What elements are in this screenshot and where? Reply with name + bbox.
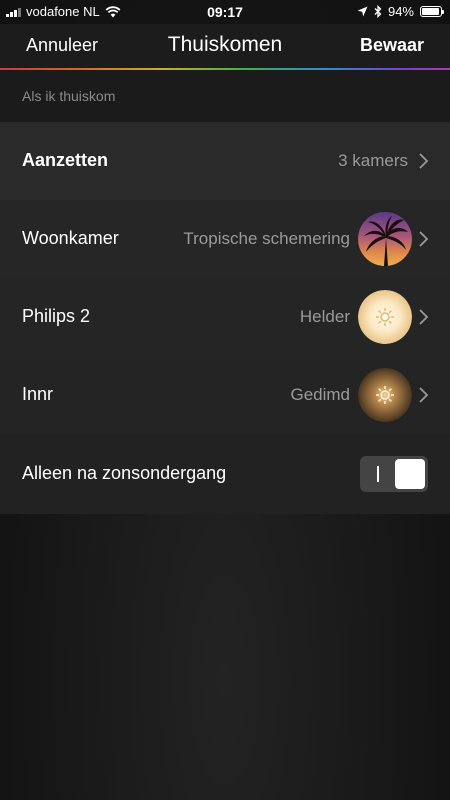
room-row-woonkamer[interactable]: Woonkamer Tropische schemering <box>0 200 450 278</box>
toggle-knob <box>395 459 425 489</box>
room-row-philips-2[interactable]: Philips 2 Helder <box>0 278 450 356</box>
room-label: Philips 2 <box>22 306 91 326</box>
room-label: Innr <box>22 384 54 404</box>
room-scene-value: Tropische schemering <box>183 229 350 248</box>
room-label: Woonkamer <box>22 228 119 248</box>
palm-sunset-thumbnail-icon <box>358 212 412 266</box>
bright-sun-thumbnail-icon <box>358 290 412 344</box>
section-header-label: Als ik thuiskom <box>22 88 116 104</box>
turn-on-row[interactable]: Aanzetten 3 kamers <box>0 122 450 200</box>
bluetooth-icon <box>374 5 382 18</box>
status-right: 94% <box>357 4 444 19</box>
turn-on-label: Aanzetten <box>22 150 109 170</box>
room-scene-value: Helder <box>299 307 350 326</box>
sunset-only-label: Alleen na zonsondergang <box>22 463 227 483</box>
chevron-right-icon <box>419 309 429 325</box>
dimmed-sun-thumbnail-icon <box>358 368 412 422</box>
nav-bar: Annuleer Thuiskomen Bewaar <box>0 24 450 68</box>
toggle-on-indicator <box>377 466 379 482</box>
save-button[interactable]: Bewaar <box>360 35 424 56</box>
battery-percent: 94% <box>387 4 414 19</box>
room-scene-value: Gedimd <box>290 385 350 404</box>
room-row-innr[interactable]: Innr Gedimd <box>0 356 450 434</box>
location-arrow-icon <box>357 6 368 17</box>
status-bar: vodafone NL 09:17 94% <box>0 0 450 24</box>
sunset-only-row: Alleen na zonsondergang <box>0 434 450 514</box>
battery-icon <box>420 6 444 17</box>
chevron-right-icon <box>419 231 429 247</box>
turn-on-value: 3 kamers <box>338 151 408 170</box>
battery-fill <box>422 8 439 15</box>
chevron-right-icon <box>419 153 429 169</box>
sunset-only-toggle[interactable] <box>360 456 428 492</box>
chevron-right-icon <box>419 387 429 403</box>
section-header: Als ik thuiskom <box>0 70 450 122</box>
